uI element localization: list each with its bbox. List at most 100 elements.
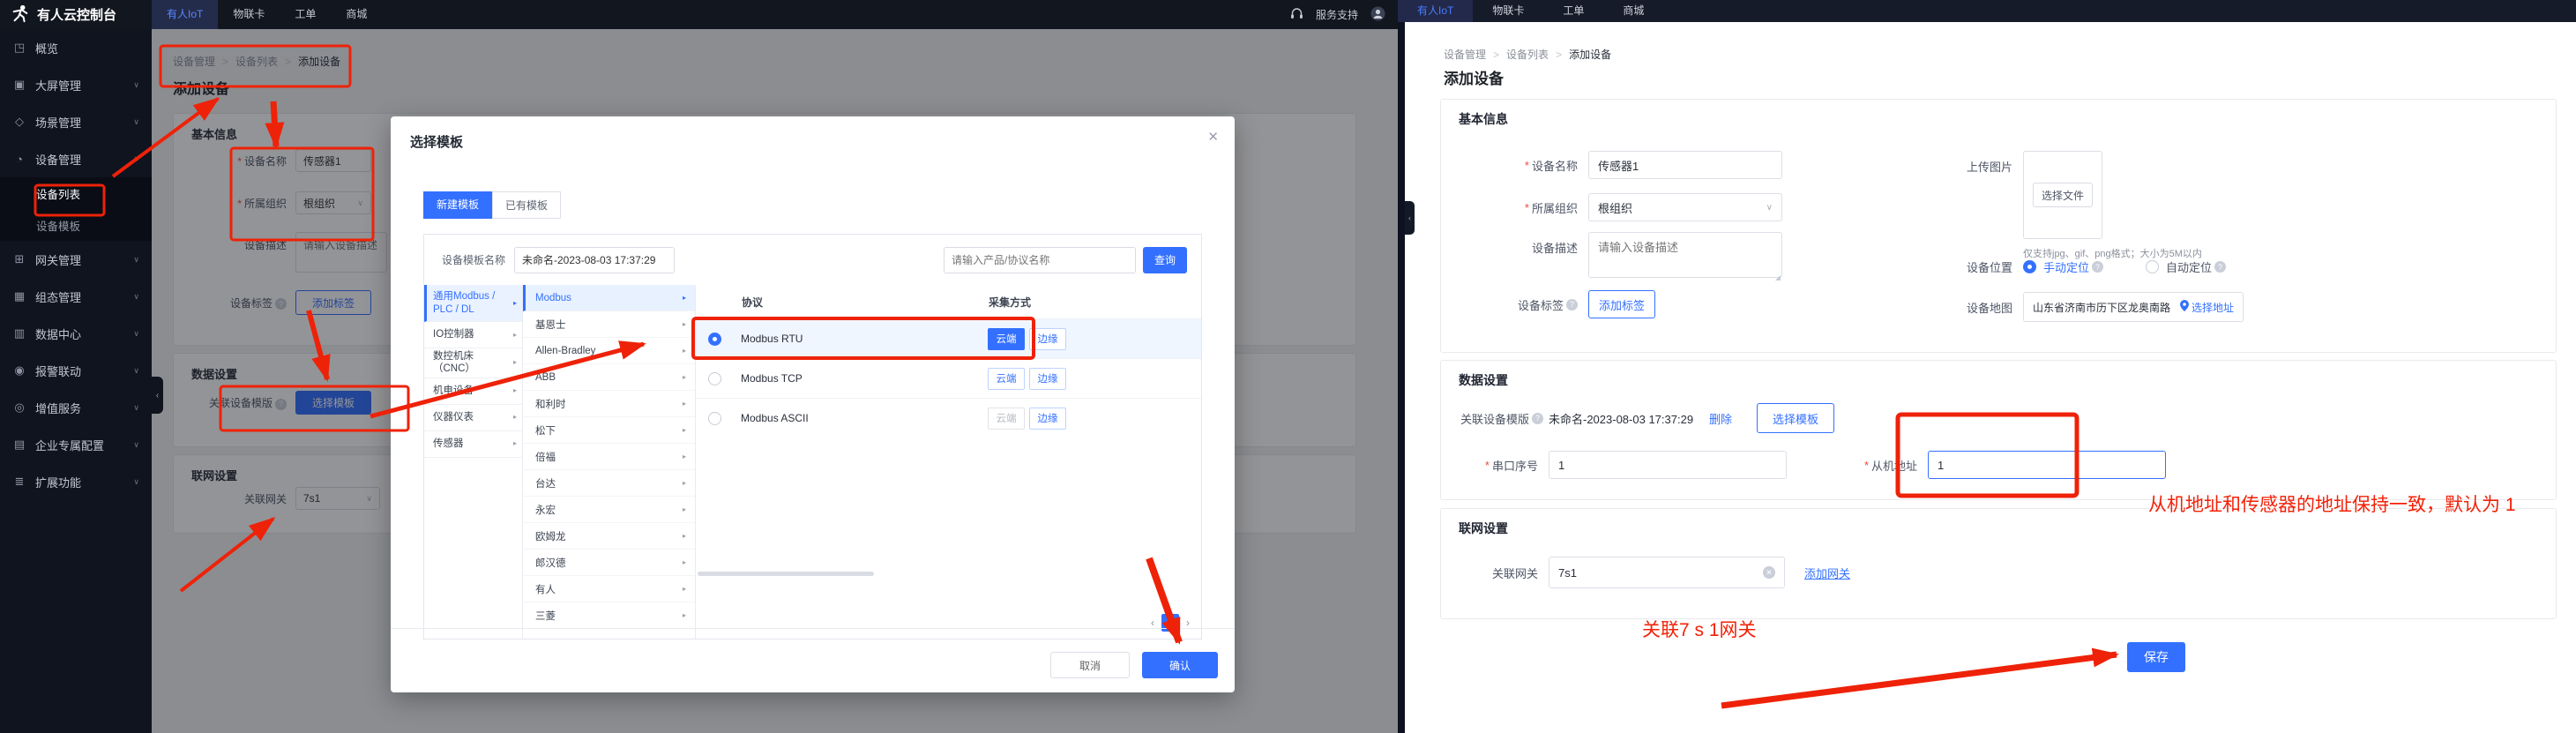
- topnav-usr-iot[interactable]: 有人IoT: [1398, 0, 1473, 22]
- brand-item-panasonic[interactable]: 松下▸: [523, 417, 695, 444]
- brand-item-abb[interactable]: ABB▸: [523, 364, 695, 391]
- topnav-mall[interactable]: 商城: [331, 0, 382, 29]
- enterprise-icon: ▤: [12, 438, 26, 452]
- sidebar-collapse-handle[interactable]: ‹: [1405, 201, 1415, 235]
- sidebar-item-alarm-linkage[interactable]: ◉ 报警联动 ∨: [0, 352, 152, 389]
- serial-port-input[interactable]: [1549, 451, 1787, 479]
- auto-location-option[interactable]: 自动定位: [2166, 258, 2212, 275]
- choose-address-link[interactable]: 选择地址: [2180, 300, 2234, 315]
- help-icon[interactable]: ?: [2214, 261, 2226, 273]
- category-item-sensor[interactable]: 传感器▸: [424, 431, 522, 458]
- sidebar-item-device-mgmt[interactable]: ◔ 设备管理 ∨: [0, 140, 152, 177]
- brand-item-beckhoff[interactable]: 倍福▸: [523, 444, 695, 470]
- add-gateway-link[interactable]: 添加网关: [1804, 565, 1850, 581]
- sidebar-item-extensions[interactable]: ≣ 扩展功能 ∨: [0, 463, 152, 500]
- topnav-work-order[interactable]: 工单: [280, 0, 331, 29]
- sidebar-item-device-template[interactable]: 设备模板: [0, 209, 152, 241]
- radio-selected-icon[interactable]: [708, 333, 721, 346]
- upload-dropzone[interactable]: 选择文件: [2023, 151, 2102, 239]
- category-column: 通用Modbus / PLC / DL▸ IO控制器▸ 数控机床（CNC）▸ 机…: [424, 285, 523, 639]
- device-name-input[interactable]: [1588, 151, 1782, 179]
- radio-icon[interactable]: [2146, 260, 2159, 273]
- radio-selected-icon[interactable]: [2023, 260, 2036, 273]
- tab-new-template[interactable]: 新建模板: [423, 191, 492, 219]
- sidebar-item-device-list[interactable]: 设备列表: [0, 177, 152, 209]
- protocol-row-modbus-tcp[interactable]: Modbus TCP 云端 边缘: [696, 358, 1201, 398]
- sidebar-item-overview[interactable]: ◳ 概览: [0, 29, 152, 66]
- brand-item-mitsubishi[interactable]: 三菱▸: [523, 602, 695, 629]
- template-name-input[interactable]: [514, 247, 675, 273]
- topnav-iot-card[interactable]: 物联卡: [1473, 0, 1543, 22]
- next-page-button[interactable]: ›: [1186, 617, 1190, 629]
- brand-item-allen-bradley[interactable]: Allen-Bradley▸: [523, 338, 695, 364]
- sidebar-item-value-added[interactable]: ◎ 增值服务 ∨: [0, 389, 152, 426]
- protocol-row-modbus-ascii[interactable]: Modbus ASCII 云端 边缘: [696, 398, 1201, 438]
- help-icon[interactable]: ?: [1566, 299, 1578, 310]
- breadcrumb-device-mgmt[interactable]: 设备管理: [1444, 47, 1486, 62]
- edge-collect-button[interactable]: 边缘: [1029, 328, 1066, 350]
- brand-item-fatek[interactable]: 永宏▸: [523, 497, 695, 523]
- topnav-work-order[interactable]: 工单: [1543, 0, 1603, 22]
- brand-item-hollysys[interactable]: 和利时▸: [523, 391, 695, 417]
- device-address-box[interactable]: 山东省济南市历下区龙奥南路 选择地址: [2023, 292, 2244, 322]
- slave-address-label: *从机地址: [1787, 457, 1928, 474]
- edge-collect-button[interactable]: 边缘: [1029, 408, 1066, 430]
- device-tag-label: 设备标签?: [1441, 296, 1588, 313]
- category-item-io-controller[interactable]: IO控制器▸: [424, 322, 522, 348]
- help-icon[interactable]: ?: [2092, 261, 2103, 273]
- slave-address-input[interactable]: [1928, 451, 2166, 479]
- clear-icon[interactable]: ✕: [1763, 566, 1775, 579]
- cloud-collect-button[interactable]: 云端: [988, 408, 1025, 430]
- save-button[interactable]: 保存: [2127, 642, 2185, 672]
- device-desc-textarea[interactable]: [1588, 232, 1782, 278]
- confirm-button[interactable]: 确认: [1142, 652, 1218, 678]
- search-button[interactable]: 查询: [1143, 247, 1187, 273]
- delete-template-link[interactable]: 删除: [1709, 410, 1732, 427]
- sidebar-item-scene-mgmt[interactable]: ◇ 场景管理 ∨: [0, 103, 152, 140]
- horizontal-scrollbar[interactable]: [698, 572, 874, 576]
- brand-logo[interactable]: 有人云控制台: [0, 4, 152, 26]
- brand-item-omron[interactable]: 欧姆龙▸: [523, 523, 695, 550]
- prev-page-button[interactable]: ‹: [1151, 617, 1154, 629]
- cloud-collect-button[interactable]: 云端: [988, 368, 1025, 390]
- brand-item-delta[interactable]: 台达▸: [523, 470, 695, 497]
- brand-item-keyence[interactable]: 基恩士▸: [523, 311, 695, 338]
- tab-existing-template[interactable]: 已有模板: [492, 191, 561, 219]
- cloud-collect-button[interactable]: 云端: [988, 328, 1025, 350]
- sidebar-item-screen-mgmt[interactable]: ▣ 大屏管理 ∨: [0, 66, 152, 103]
- category-item-electromechanical[interactable]: 机电设备▸: [424, 378, 522, 405]
- topnav-usr-iot[interactable]: 有人IoT: [152, 0, 218, 29]
- choose-template-button[interactable]: 选择模板: [1757, 403, 1834, 433]
- sidebar-collapse-handle[interactable]: ‹: [152, 377, 163, 414]
- cancel-button[interactable]: 取消: [1050, 652, 1130, 678]
- sidebar-item-enterprise-config[interactable]: ▤ 企业专属配置 ∨: [0, 426, 152, 463]
- avatar[interactable]: [1370, 6, 1385, 24]
- sidebar-item-data-center[interactable]: ▥ 数据中心 ∨: [0, 315, 152, 352]
- topnav-iot-card[interactable]: 物联卡: [218, 0, 280, 29]
- required-asterisk: *: [1525, 201, 1529, 214]
- category-item-cnc[interactable]: 数控机床（CNC）▸: [424, 348, 522, 378]
- sidebar-item-config-mgmt[interactable]: ▦ 组态管理 ∨: [0, 278, 152, 315]
- protocol-row-modbus-rtu[interactable]: Modbus RTU 云端 边缘: [696, 318, 1201, 358]
- add-tag-button[interactable]: 添加标签: [1588, 290, 1655, 318]
- radio-icon[interactable]: [708, 412, 721, 425]
- resize-handle-icon[interactable]: ◢: [1775, 273, 1781, 281]
- help-icon[interactable]: ?: [1532, 413, 1543, 424]
- edge-collect-button[interactable]: 边缘: [1029, 368, 1066, 390]
- radio-icon[interactable]: [708, 372, 721, 385]
- breadcrumb-device-list[interactable]: 设备列表: [1506, 47, 1549, 62]
- support-link[interactable]: 服务支持: [1316, 7, 1358, 22]
- choose-file-button[interactable]: 选择文件: [2033, 183, 2093, 207]
- category-item-instruments[interactable]: 仪器仪表▸: [424, 405, 522, 431]
- topnav-mall[interactable]: 商城: [1603, 0, 1663, 22]
- close-icon[interactable]: ✕: [1207, 129, 1219, 145]
- org-select[interactable]: 根组织∨: [1588, 193, 1782, 221]
- search-input[interactable]: [944, 247, 1136, 273]
- brand-item-langhande[interactable]: 郎汉德▸: [523, 550, 695, 576]
- brand-item-modbus[interactable]: Modbus▸: [523, 285, 695, 311]
- manual-location-option[interactable]: 手动定位: [2043, 258, 2089, 275]
- category-item-modbus-plc[interactable]: 通用Modbus / PLC / DL▸: [424, 285, 522, 322]
- gateway-select[interactable]: 7s1 ✕: [1549, 557, 1785, 588]
- brand-item-usr[interactable]: 有人▸: [523, 576, 695, 602]
- sidebar-item-gateway-mgmt[interactable]: ⊞ 网关管理 ∨: [0, 241, 152, 278]
